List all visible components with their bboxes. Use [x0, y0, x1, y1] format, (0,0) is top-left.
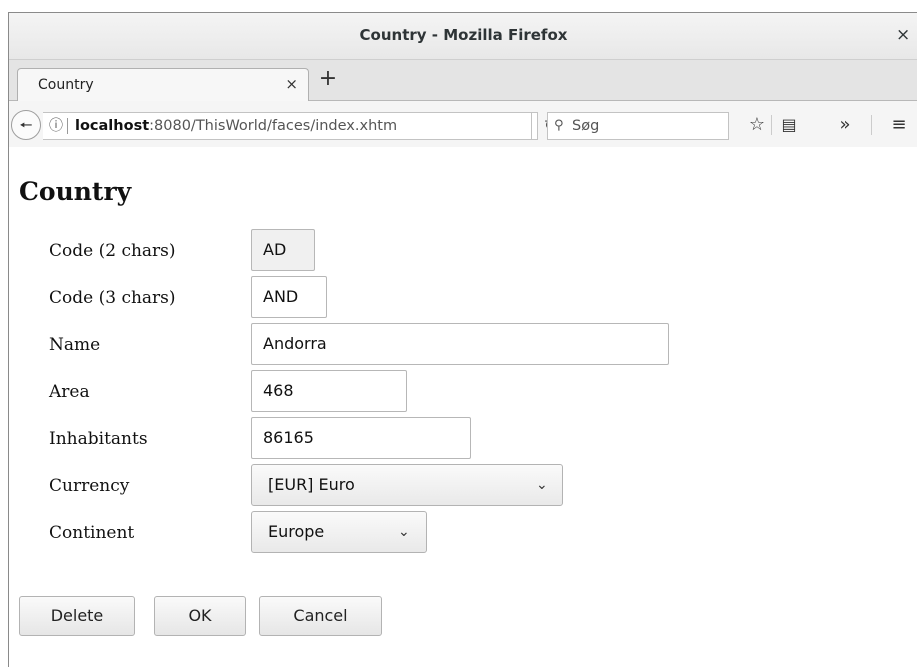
- search-placeholder: Søg: [572, 118, 600, 134]
- back-arrow-icon[interactable]: 🠔: [11, 110, 41, 140]
- code2-label: Code (2 chars): [49, 241, 176, 261]
- delete-button[interactable]: Delete: [19, 596, 135, 636]
- toolbar-separator: [871, 115, 872, 135]
- window-close-icon[interactable]: ×: [896, 25, 910, 45]
- toolbar-separator: [771, 115, 772, 135]
- currency-selected-value: [EUR] Euro: [268, 475, 355, 494]
- tab-close-icon[interactable]: ×: [285, 75, 298, 93]
- code3-label: Code (3 chars): [49, 288, 176, 308]
- ok-button[interactable]: OK: [154, 596, 246, 636]
- inhabitants-label: Inhabitants: [49, 429, 148, 449]
- page-title: Country: [19, 177, 132, 206]
- continent-selected-value: Europe: [268, 522, 325, 541]
- page-content: Country Code (2 chars) AD Code (3 chars)…: [9, 147, 917, 667]
- search-icon: ⚲: [554, 118, 564, 133]
- window-title: Country - Mozilla Firefox: [359, 26, 568, 44]
- new-tab-button[interactable]: +: [317, 66, 339, 91]
- chevron-down-icon: ⌄: [536, 477, 548, 493]
- search-input[interactable]: ⚲ Søg: [547, 112, 729, 140]
- continent-label: Continent: [49, 523, 135, 543]
- cancel-button[interactable]: Cancel: [259, 596, 382, 636]
- bookmark-star-icon[interactable]: ☆: [745, 111, 769, 139]
- code3-field[interactable]: AND: [251, 276, 327, 318]
- continent-select[interactable]: Europe ⌄: [251, 511, 427, 553]
- code2-field[interactable]: AD: [251, 229, 315, 271]
- area-label: Area: [49, 382, 90, 402]
- url-text[interactable]: localhost:8080/ThisWorld/faces/index.xht…: [75, 113, 397, 139]
- name-field[interactable]: Andorra: [251, 323, 669, 365]
- currency-select[interactable]: [EUR] Euro ⌄: [251, 464, 563, 506]
- hamburger-menu-icon[interactable]: ≡: [887, 111, 911, 139]
- overflow-chevrons-icon[interactable]: »: [833, 111, 857, 139]
- url-host: localhost: [75, 118, 150, 134]
- reading-list-icon[interactable]: ▤: [777, 111, 801, 139]
- area-field[interactable]: 468: [251, 370, 407, 412]
- inhabitants-field[interactable]: 86165: [251, 417, 471, 459]
- info-icon[interactable]: ⓘ: [49, 113, 63, 139]
- url-bar[interactable]: ⓘ localhost:8080/ThisWorld/faces/index.x…: [43, 112, 556, 140]
- chevron-down-icon: ⌄: [398, 524, 410, 540]
- title-bar: Country - Mozilla Firefox ×: [9, 13, 917, 60]
- tab-country[interactable]: Country ×: [17, 68, 309, 101]
- navigation-toolbar: 🠔 ⓘ localhost:8080/ThisWorld/faces/index…: [9, 101, 917, 148]
- name-label: Name: [49, 335, 101, 355]
- browser-window: Country - Mozilla Firefox × Country × + …: [8, 12, 917, 667]
- tab-label: Country: [38, 77, 94, 93]
- url-path: :8080/ThisWorld/faces/index.xhtm: [149, 118, 398, 134]
- tab-bar: Country × +: [9, 60, 917, 101]
- currency-label: Currency: [49, 476, 130, 496]
- url-separator: [67, 118, 68, 134]
